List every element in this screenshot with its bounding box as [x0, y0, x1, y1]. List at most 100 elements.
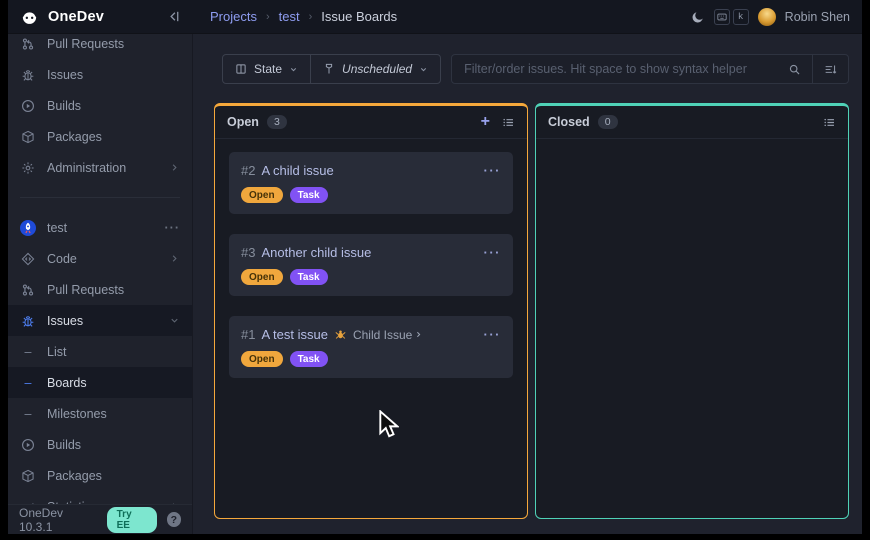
card-more-icon[interactable]: ··· — [484, 328, 502, 341]
project-more-icon[interactable]: ··· — [165, 221, 181, 235]
sidebar-item-label: List — [47, 345, 180, 359]
breadcrumb-separator: › — [309, 11, 313, 23]
sidebar: Pull Requests Issues — [8, 34, 193, 534]
sidebar-item-statistics[interactable]: Statistics — [8, 491, 192, 504]
chevron-right-icon — [169, 162, 180, 173]
column-body — [536, 139, 848, 518]
column-title: Closed — [548, 115, 590, 129]
state-badge-open: Open — [241, 351, 283, 367]
breadcrumb-project-link[interactable]: test — [279, 9, 300, 24]
dash-bullet: – — [20, 345, 36, 359]
column-list-icon[interactable] — [502, 116, 515, 129]
issue-toolbar: State Unscheduled — [222, 54, 849, 84]
sidebar-item-label: Issues — [47, 68, 180, 82]
help-icon[interactable]: ? — [167, 512, 181, 527]
column-count-badge: 3 — [267, 115, 287, 129]
sidebar-project-row[interactable]: test ··· — [8, 212, 192, 243]
sidebar-item-label: Code — [47, 252, 158, 266]
play-circle-icon — [20, 438, 36, 452]
issue-title: A child issue — [261, 163, 333, 178]
bug-icon — [20, 314, 36, 328]
milestone-icon — [323, 63, 335, 75]
state-dropdown-button[interactable]: State — [223, 55, 310, 83]
board-column-closed: Closed 0 — [535, 103, 849, 519]
package-icon — [20, 130, 36, 144]
card-more-icon[interactable]: ··· — [484, 246, 502, 259]
dark-mode-icon[interactable] — [691, 10, 705, 24]
filter-button-group: State Unscheduled — [222, 54, 441, 84]
issue-card[interactable]: #3 Another child issue ··· Open Task — [229, 234, 513, 296]
filter-search-box — [451, 54, 849, 84]
issue-number: #1 — [241, 327, 255, 342]
play-circle-icon — [20, 99, 36, 113]
issue-card[interactable]: #2 A child issue ··· Open Task — [229, 152, 513, 214]
milestone-dropdown-button[interactable]: Unscheduled — [310, 55, 440, 83]
dash-bullet: – — [20, 376, 36, 390]
sidebar-item-project-issues[interactable]: Issues — [8, 305, 192, 336]
sidebar-collapse-icon[interactable] — [166, 9, 181, 24]
sidebar-item-label: Pull Requests — [47, 283, 180, 297]
child-issue-link-label: Child Issue — [353, 328, 412, 342]
shortcut-hint: k — [714, 9, 749, 25]
sidebar-item-code[interactable]: Code — [8, 243, 192, 274]
column-list-icon[interactable] — [823, 116, 836, 129]
top-bar: OneDev Projects › test › Issue Boards — [8, 0, 862, 34]
issues-submenu: – List – Boards – Milestones — [8, 336, 192, 429]
column-body: #2 A child issue ··· Open Task #3 — [215, 139, 527, 518]
user-avatar[interactable] — [758, 8, 776, 26]
keyboard-icon — [714, 9, 730, 25]
order-icon[interactable] — [812, 55, 848, 83]
card-more-icon[interactable]: ··· — [484, 164, 502, 177]
filter-input[interactable] — [452, 55, 777, 83]
user-name[interactable]: Robin Shen — [785, 10, 850, 24]
sidebar-subitem-list[interactable]: – List — [8, 336, 192, 367]
sidebar-item-builds[interactable]: Builds — [8, 90, 192, 121]
dash-bullet: – — [20, 407, 36, 421]
try-ee-badge[interactable]: Try EE — [107, 507, 157, 533]
issue-title: A test issue — [261, 327, 327, 342]
column-count-badge: 0 — [598, 115, 618, 129]
type-badge-task: Task — [290, 187, 328, 203]
type-badge-task: Task — [290, 351, 328, 367]
code-icon — [20, 252, 36, 266]
chevron-right-icon — [169, 253, 180, 264]
brand-name: OneDev — [48, 9, 104, 25]
onedev-logo-icon — [20, 7, 39, 26]
sidebar-footer: OneDev 10.3.1 Try EE ? — [8, 504, 192, 534]
package-icon — [20, 469, 36, 483]
sidebar-item-administration[interactable]: Administration — [8, 152, 192, 183]
sidebar-item-pull-requests[interactable]: Pull Requests — [8, 34, 192, 59]
sidebar-nav: Pull Requests Issues — [8, 34, 192, 504]
child-issue-link[interactable]: Child Issue — [353, 328, 423, 342]
add-card-icon[interactable]: + — [481, 114, 490, 130]
pull-request-icon — [20, 37, 36, 51]
sidebar-item-project-packages[interactable]: Packages — [8, 460, 192, 491]
project-avatar-rocket — [20, 220, 36, 236]
issue-number: #2 — [241, 163, 255, 178]
sidebar-item-project-builds[interactable]: Builds — [8, 429, 192, 460]
breadcrumb: Projects › test › Issue Boards — [193, 9, 397, 24]
chevron-right-icon — [414, 330, 423, 339]
sidebar-item-label: Builds — [47, 99, 180, 113]
bug-icon — [20, 68, 36, 82]
sidebar-divider — [20, 197, 180, 198]
gear-icon — [20, 161, 36, 175]
column-header: Open 3 + — [215, 106, 527, 139]
sidebar-item-issues[interactable]: Issues — [8, 59, 192, 90]
spider-emoji-icon — [334, 328, 347, 341]
sidebar-item-packages[interactable]: Packages — [8, 121, 192, 152]
state-badge-open: Open — [241, 187, 283, 203]
breadcrumb-separator: › — [266, 11, 270, 23]
pull-request-icon — [20, 283, 36, 297]
board-columns-icon — [235, 63, 247, 75]
main-content: State Unscheduled — [193, 34, 862, 534]
sidebar-item-label: Builds — [47, 438, 180, 452]
sidebar-item-project-pull-requests[interactable]: Pull Requests — [8, 274, 192, 305]
chevron-down-icon — [419, 65, 428, 74]
breadcrumb-projects-link[interactable]: Projects — [210, 9, 257, 24]
search-icon[interactable] — [777, 55, 812, 83]
sidebar-subitem-milestones[interactable]: – Milestones — [8, 398, 192, 429]
sidebar-subitem-boards[interactable]: – Boards — [8, 367, 192, 398]
milestone-dropdown-label: Unscheduled — [342, 62, 412, 76]
issue-card[interactable]: #1 A test issue — [229, 316, 513, 378]
